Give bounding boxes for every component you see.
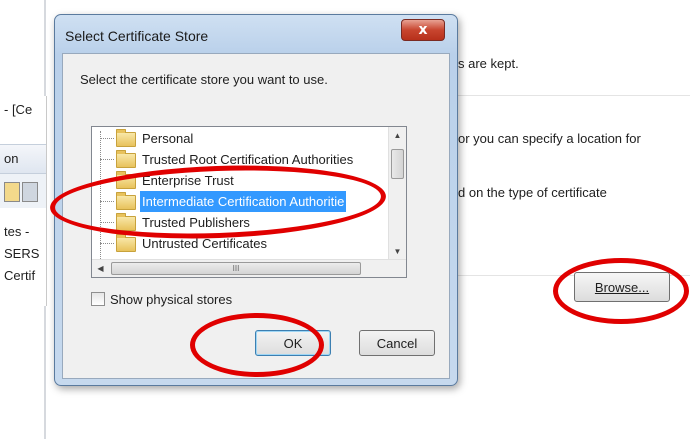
show-physical-stores-label: Show physical stores	[110, 292, 233, 307]
tree-item-label: Untrusted Certificates	[142, 236, 267, 251]
certificate-store-tree[interactable]: Personal Trusted Root Certification Auth…	[91, 126, 407, 278]
folder-icon	[116, 150, 136, 168]
background-title-fragment: - [Ce	[4, 102, 33, 117]
dialog-body: Select the certificate store you want to…	[62, 53, 450, 379]
tree-connector	[100, 222, 114, 223]
grid-icon	[22, 182, 38, 202]
tree-item-untrusted[interactable]: Untrusted Certificates	[92, 233, 392, 254]
folder-icon	[116, 129, 136, 147]
vertical-scrollbar[interactable]: ▲ ▼	[388, 127, 406, 260]
scroll-down-icon[interactable]: ▼	[389, 243, 406, 260]
ok-button-label: OK	[283, 335, 303, 351]
tree-item-label: Personal	[142, 131, 194, 146]
background-text: s are kept.	[458, 56, 519, 71]
background-text: d on the type of certificate	[458, 185, 607, 200]
background-text: or you can specify a location for	[458, 131, 641, 146]
tree-item-enterprise-trust[interactable]: Enterprise Trust	[92, 170, 392, 191]
vertical-scroll-thumb[interactable]	[391, 149, 404, 179]
scroll-left-icon[interactable]: ◀	[92, 260, 109, 277]
show-physical-stores-option[interactable]: Show physical stores	[91, 292, 232, 307]
close-icon: x	[418, 22, 428, 38]
folder-icon	[4, 182, 20, 202]
browse-button-label: Browse...	[594, 279, 650, 295]
background-toolbar	[0, 174, 46, 208]
show-physical-stores-checkbox[interactable]	[91, 292, 105, 306]
tree-item-label: Enterprise Trust	[142, 173, 234, 188]
scroll-up-icon[interactable]: ▲	[389, 127, 406, 144]
tree-item-label: Trusted Publishers	[142, 215, 250, 230]
tree-connector	[100, 201, 114, 202]
horizontal-scrollbar[interactable]: ◀ III ▶	[92, 259, 406, 277]
background-tree-fragment: tes -	[4, 224, 30, 239]
folder-icon	[116, 234, 136, 252]
dialog-prompt: Select the certificate store you want to…	[80, 72, 328, 87]
background-mmc-window: - [Ce on tes - SERS Certif	[0, 96, 47, 306]
folder-icon	[116, 192, 136, 210]
tree-item-label: Intermediate Certification Authoritie	[140, 191, 347, 212]
cancel-button[interactable]: Cancel	[359, 330, 435, 356]
tree-item-label: Trusted Root Certification Authorities	[142, 152, 354, 167]
background-menu-fragment: on	[4, 151, 19, 166]
tree-item-trusted-root[interactable]: Trusted Root Certification Authorities	[92, 149, 392, 170]
tree-item-intermediate[interactable]: Intermediate Certification Authoritie	[92, 191, 392, 212]
select-certificate-store-dialog: Select Certificate Store x Select the ce…	[54, 14, 458, 386]
background-menu-bar: on	[0, 144, 46, 174]
scrollbar-corner	[389, 260, 406, 277]
ok-button[interactable]: OK	[255, 330, 331, 356]
tree-item-personal[interactable]: Personal	[92, 128, 392, 149]
dialog-title: Select Certificate Store	[65, 28, 209, 44]
folder-icon	[116, 171, 136, 189]
browse-button[interactable]: Browse...	[574, 272, 670, 302]
background-tree-fragment: Certif	[4, 268, 36, 283]
horizontal-scroll-thumb[interactable]: III	[111, 262, 361, 275]
tree-connector	[100, 138, 114, 139]
folder-icon	[116, 213, 136, 231]
cancel-button-label: Cancel	[376, 335, 418, 351]
tree-connector	[100, 159, 114, 160]
tree-connector	[100, 243, 114, 244]
background-tree-fragment: SERS	[4, 246, 40, 261]
background-wizard-header	[458, 0, 690, 96]
tree-item-trusted-publishers[interactable]: Trusted Publishers	[92, 212, 392, 233]
tree-connector	[100, 180, 114, 181]
close-button[interactable]: x	[401, 19, 445, 41]
